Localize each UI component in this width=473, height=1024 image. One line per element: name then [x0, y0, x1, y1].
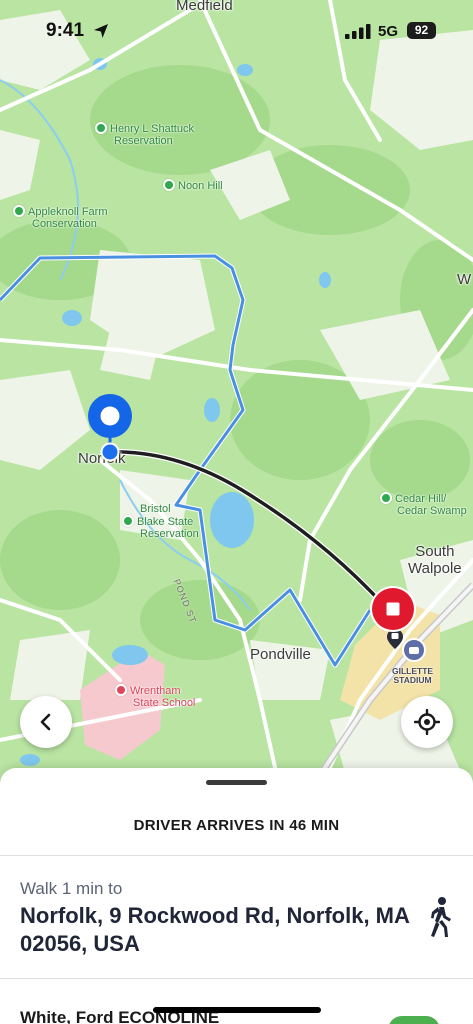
vehicle-image — [388, 1016, 440, 1024]
park-label: Conservation — [32, 218, 97, 231]
park-noon-hill: Noon Hill — [163, 179, 223, 192]
pickup-address: Norfolk, 9 Rockwood Rd, Norfolk, MA 0205… — [20, 903, 410, 956]
status-bar: 9:41 5G 92 — [0, 0, 473, 60]
park-cedar-hill: Cedar Hill/ Cedar Swamp — [380, 492, 467, 517]
park-henry-shattuck: Henry L Shattuck Reservation — [95, 122, 194, 147]
park-label: Blake State — [137, 516, 194, 529]
park-label: Noon Hill — [178, 180, 223, 192]
park-icon — [163, 179, 175, 191]
walking-person-icon — [431, 897, 451, 937]
park-icon — [122, 515, 134, 528]
walk-time-label: Walk 1 min to — [20, 879, 123, 898]
park-bristol-blake: Bristol Blake State Reservation — [122, 503, 199, 540]
park-icon — [95, 122, 107, 134]
pickup-pin-icon[interactable] — [86, 392, 134, 466]
park-label: Appleknoll Farm — [28, 206, 108, 218]
park-appleknoll: Appleknoll Farm Conservation — [13, 205, 107, 230]
back-button[interactable] — [20, 696, 72, 748]
battery-level: 92 — [414, 23, 429, 37]
hospital-icon — [115, 684, 127, 696]
divider — [0, 978, 473, 979]
park-icon — [380, 492, 392, 504]
status-time: 9:41 — [46, 20, 85, 41]
town-label-line: Walpole — [408, 559, 462, 577]
divider — [0, 855, 473, 856]
stadium-icon — [402, 638, 426, 662]
park-label: Henry L Shattuck — [110, 123, 194, 135]
park-label: Cedar Hill/ — [395, 493, 447, 505]
battery-icon: 92 — [407, 22, 436, 39]
poi-label: STADIUM — [393, 675, 432, 686]
poi-wrentham-state-school: Wrentham State School — [115, 684, 195, 709]
sheet-grabber-handle[interactable] — [206, 780, 267, 785]
chevron-left-icon — [40, 713, 51, 731]
driver-eta-heading: DRIVER ARRIVES IN 46 MIN — [133, 817, 340, 834]
park-icon — [13, 205, 25, 217]
destination-pin-icon[interactable] — [368, 585, 418, 637]
park-label: Cedar Swamp — [397, 505, 467, 518]
crosshair-icon — [414, 709, 440, 735]
park-label: Reservation — [140, 528, 199, 541]
poi-gillette-stadium: GILLETTE STADIUM — [392, 666, 433, 686]
cellular-signal-icon — [345, 24, 371, 39]
trip-bottom-sheet[interactable]: DRIVER ARRIVES IN 46 MIN Walk 1 min to N… — [0, 768, 473, 1024]
poi-label: Wrentham — [130, 685, 181, 697]
poi-label: State School — [133, 697, 196, 710]
town-label-south-walpole: South Walpole — [408, 543, 462, 577]
location-arrow-icon — [94, 24, 108, 38]
park-label: Bristol — [140, 503, 171, 515]
town-label-line: South — [415, 543, 455, 560]
town-label-walpole-partial: W — [457, 271, 472, 288]
town-label-pondville: Pondville — [250, 646, 311, 663]
network-type: 5G — [378, 23, 399, 40]
recenter-location-button[interactable] — [401, 696, 453, 748]
home-indicator[interactable] — [153, 1007, 321, 1013]
map-view[interactable]: Medfield W Henry L Shattuck Reservation … — [0, 0, 473, 790]
park-label: Reservation — [114, 135, 173, 148]
